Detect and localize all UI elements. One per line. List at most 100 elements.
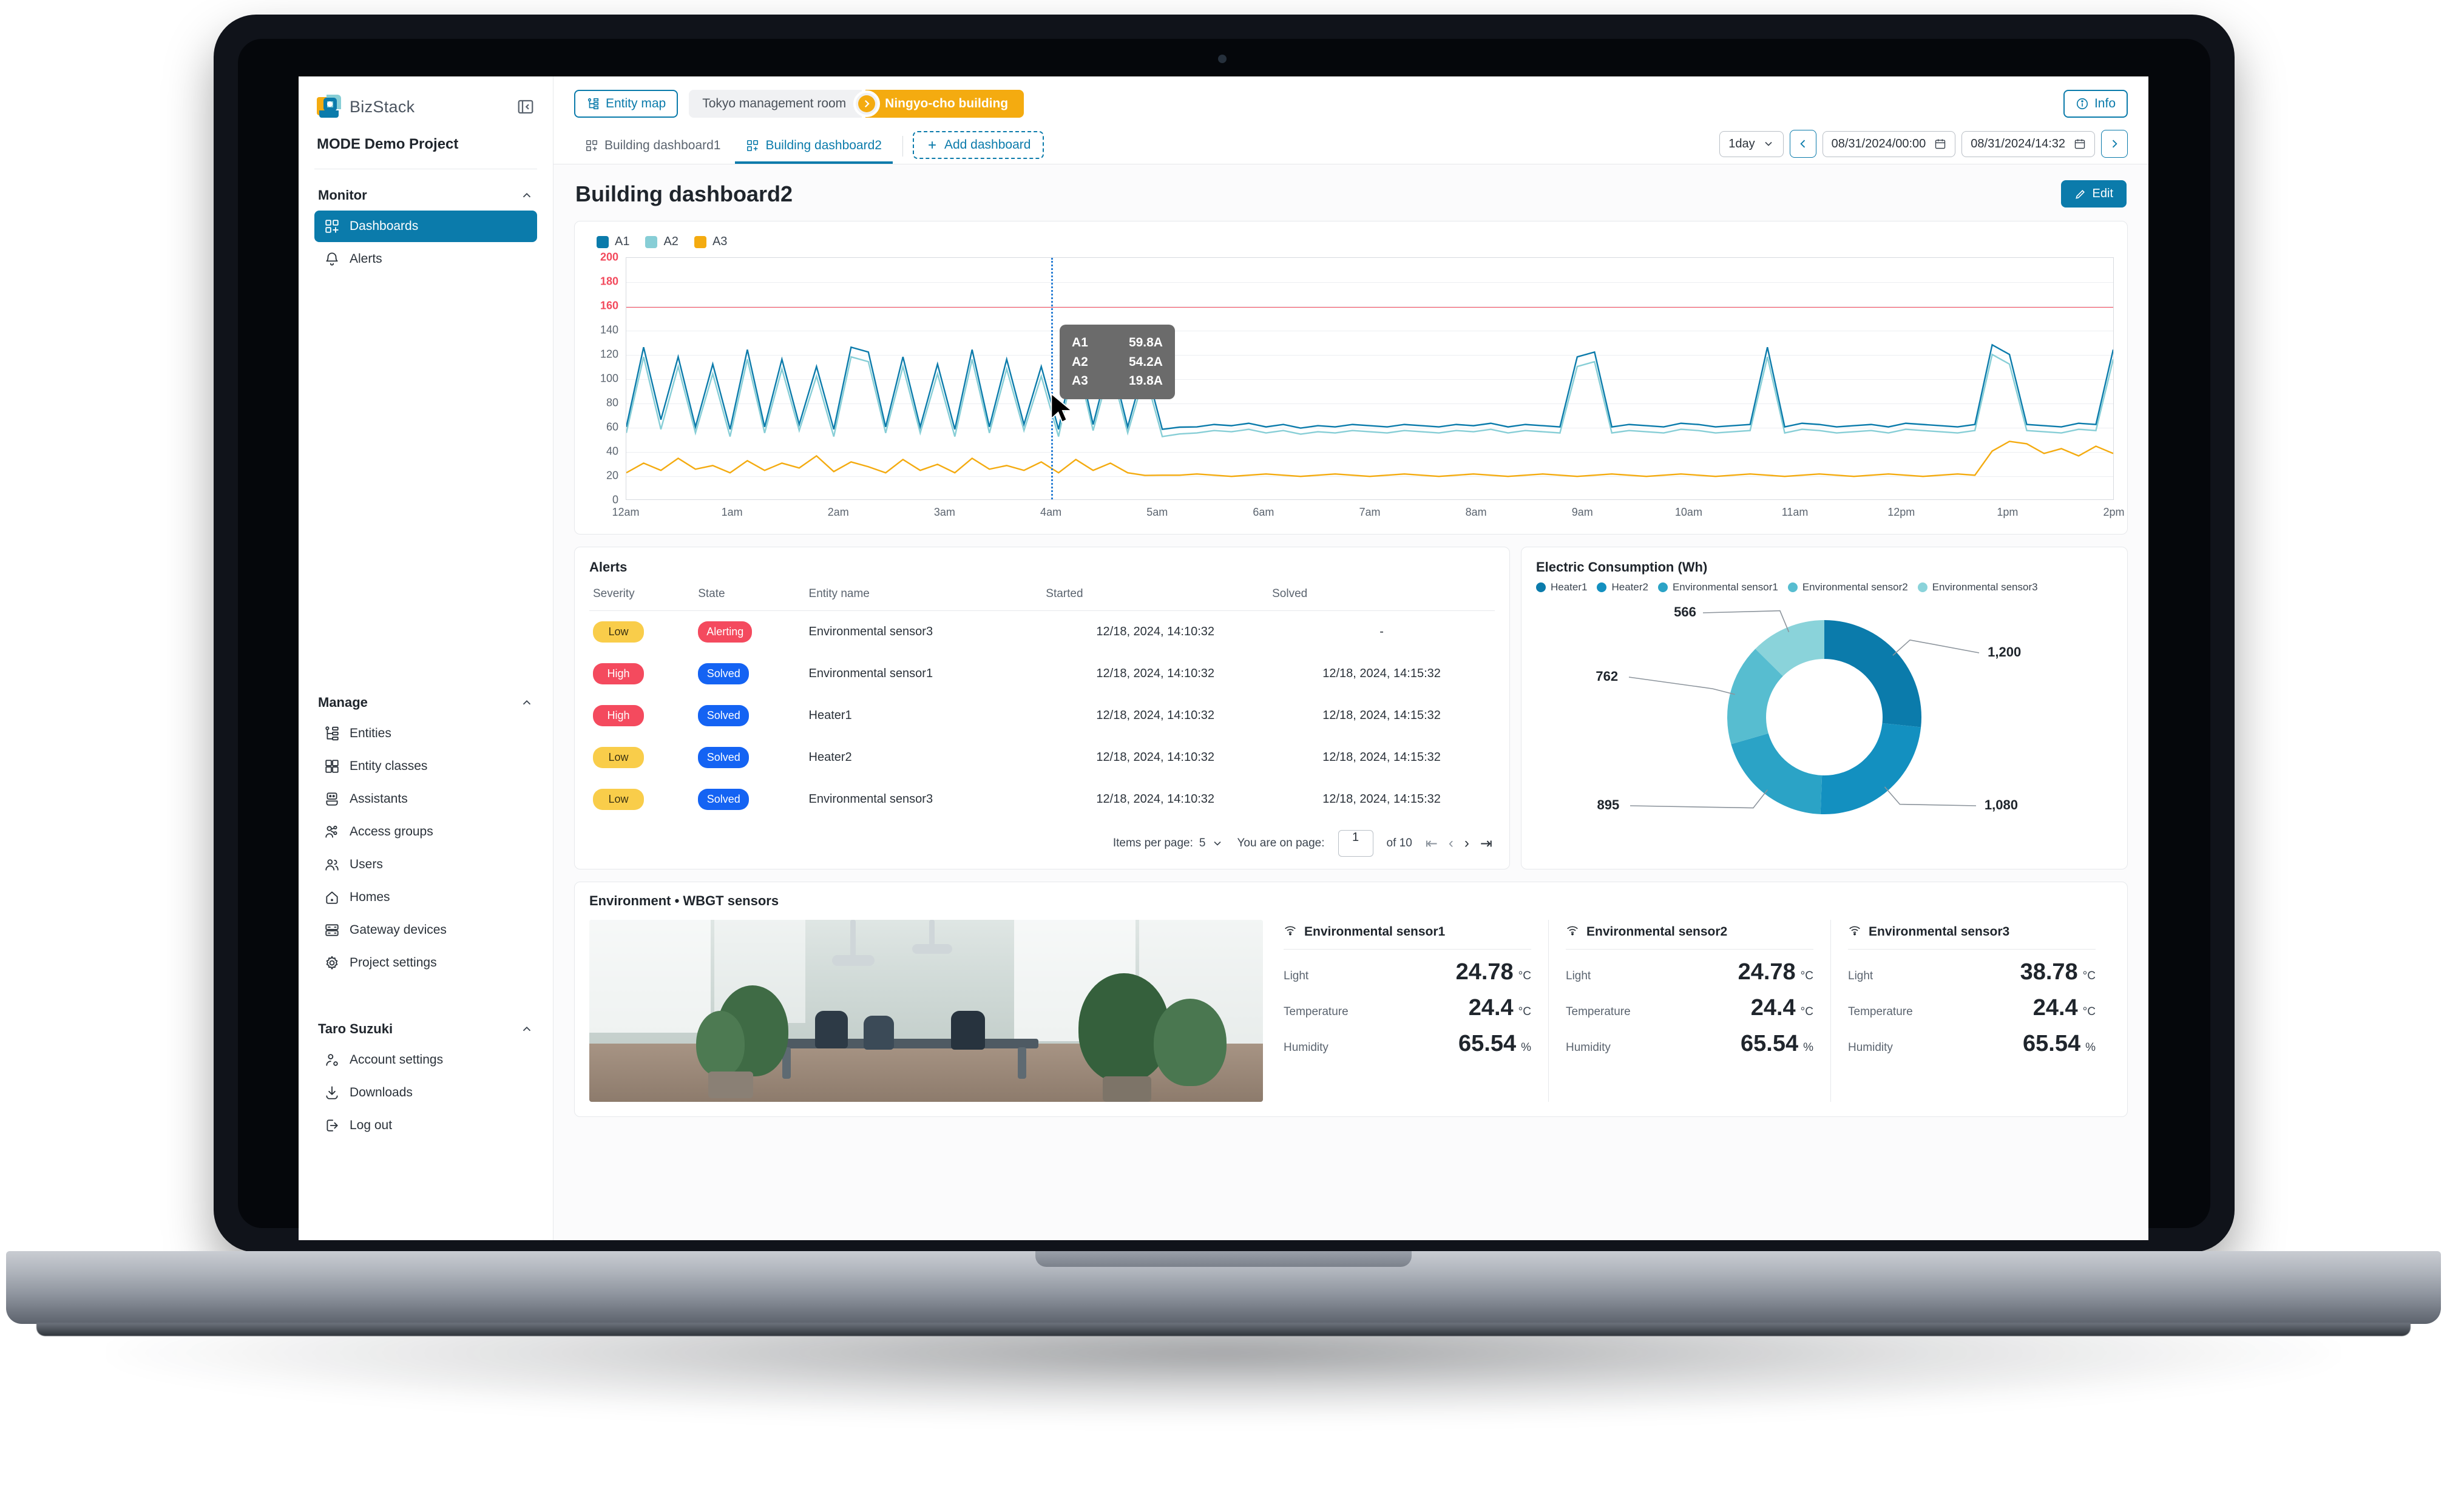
info-button[interactable]: Info <box>2063 90 2128 118</box>
range-prev-button[interactable] <box>1789 130 1816 158</box>
screenshot-scene: BizStack MODE Demo Project Monitor Dashbo… <box>0 0 2447 1512</box>
donut-slice-2[interactable] <box>1731 733 1823 814</box>
breadcrumb-parent[interactable]: Tokyo management room <box>689 90 862 118</box>
sidebar-item-account-settings[interactable]: Account settings <box>314 1044 537 1076</box>
metric-value: 24.4 <box>2032 995 2078 1021</box>
logout-icon <box>327 1119 338 1132</box>
alert-started-cell: 12/18, 2024, 14:10:32 <box>1096 709 1215 722</box>
severity-badge: Low <box>593 789 644 810</box>
table-row[interactable]: High Solved Heater1 12/18, 2024, 14:10:32 12… <box>589 695 1495 737</box>
electric-consumption-card: Electric Consumption (Wh) Heater1 Heater2… <box>1521 547 2128 869</box>
chart-x-tick: 2am <box>827 506 849 518</box>
electric-legend-item[interactable]: Heater1 <box>1536 581 1587 593</box>
current-chart-card: A1 A2 A3 0 20 40 60 80 100 120 140 160 180 200 A1 59.… <box>574 221 2128 535</box>
sensor-card: Environmental sensor3 Light 38.78 °C Tempera… <box>1830 920 2113 1102</box>
legend-label: A3 <box>712 235 728 248</box>
sidebar-group-header[interactable]: Manage <box>313 677 538 718</box>
items-per-page-select[interactable]: Items per page: 5 <box>1113 837 1224 850</box>
sidebar-group-header[interactable]: Monitor <box>313 169 538 211</box>
sidebar-item-homes[interactable]: Homes <box>314 882 537 913</box>
severity-badge: High <box>593 705 644 726</box>
sidebar-group-header[interactable]: Taro Suzuki <box>313 1003 538 1044</box>
tooltip-series: A1 <box>1071 336 1088 349</box>
table-row[interactable]: Low Alerting Environmental sensor3 12/18, 2… <box>589 611 1495 653</box>
sidebar-item-assistants[interactable]: Assistants <box>314 783 537 815</box>
table-row[interactable]: Low Solved Heater2 12/18, 2024, 14:10:32 12/… <box>589 737 1495 778</box>
chart-legend-item-a1[interactable]: A1 <box>597 235 629 249</box>
donut-slice-0[interactable] <box>1824 620 1921 727</box>
electric-legend-item[interactable]: Environmental sensor1 <box>1657 581 1778 593</box>
entity-map-button[interactable]: Entity map <box>574 90 679 118</box>
legend-swatch <box>1536 582 1546 592</box>
of-total-pages: of 10 <box>1386 837 1412 849</box>
sidebar-item-users[interactable]: Users <box>314 849 537 880</box>
add-dashboard-button[interactable]: Add dashboard <box>912 131 1044 159</box>
calendar-icon <box>1935 139 1946 149</box>
collapse-sidebar-icon[interactable] <box>516 98 535 116</box>
sidebar-item-log-out[interactable]: Log out <box>314 1110 537 1141</box>
next-page-button[interactable]: › <box>1464 835 1469 852</box>
sidebar-item-label: Log out <box>350 1118 393 1132</box>
sensor-card: Environmental sensor2 Light 24.78 °C Tempera… <box>1548 920 1830 1102</box>
donut-value-label: 1,080 <box>1984 797 2018 812</box>
tab-building-dashboard1[interactable]: Building dashboard1 <box>574 132 731 164</box>
donut-slice-1[interactable] <box>1820 723 1921 814</box>
first-page-button[interactable]: ⇤ <box>1426 835 1438 852</box>
mid-row: Alerts Severity State Entity name Started So… <box>574 547 2128 869</box>
sidebar-item-access-groups[interactable]: Access groups <box>314 816 537 848</box>
bell-icon <box>324 251 340 267</box>
range-preset-select[interactable]: 1day <box>1719 130 1784 157</box>
sidebar-item-entities[interactable]: Entities <box>314 718 537 749</box>
dashboard-icon <box>586 140 598 152</box>
metric-unit: °C <box>2082 1005 2096 1018</box>
table-row[interactable]: High Solved Environmental sensor1 12/18, 20… <box>589 653 1495 695</box>
alert-entity-cell: Heater2 <box>808 751 852 764</box>
sidebar-item-entity-classes[interactable]: Entity classes <box>314 751 537 782</box>
sidebar-groups: Monitor Dashboards Alerts Manage Entities Ent… <box>313 169 538 1141</box>
pencil-icon <box>2075 189 2085 199</box>
sidebar-item-label: Homes <box>350 890 390 904</box>
chart-plot[interactable]: A1 59.8A A2 54.2A A3 19.8A <box>626 257 2114 500</box>
prev-page-button[interactable]: ‹ <box>1449 835 1454 852</box>
table-row[interactable]: Low Solved Environmental sensor3 12/18, 202… <box>589 778 1495 820</box>
gear-icon <box>326 956 338 970</box>
metric-unit: °C <box>1800 1005 1813 1018</box>
sidebar-item-downloads[interactable]: Downloads <box>314 1077 537 1109</box>
range-start-value: 08/31/2024/00:00 <box>1831 137 1926 150</box>
chart-x-tick: 5am <box>1146 506 1168 518</box>
tab-building-dashboard2[interactable]: Building dashboard2 <box>735 132 893 164</box>
alert-started-cell: 12/18, 2024, 14:10:32 <box>1096 667 1215 680</box>
last-page-button[interactable]: ⇥ <box>1480 835 1492 852</box>
sidebar-item-dashboards[interactable]: Dashboards <box>314 211 537 242</box>
range-end-input[interactable]: 08/31/2024/14:32 <box>1961 130 2095 157</box>
metric-label: Light <box>1284 970 1309 982</box>
electric-legend-item[interactable]: Environmental sensor3 <box>1917 581 2038 593</box>
sidebar-item-gateway-devices[interactable]: Gateway devices <box>314 914 537 946</box>
laptop-notch <box>1035 1251 1412 1267</box>
dashboard-icon <box>325 220 339 233</box>
bizstack-logo-icon <box>317 95 341 119</box>
wifi-icon <box>1567 926 1578 936</box>
user-gear-icon <box>324 1052 340 1068</box>
legend-label: Environmental sensor1 <box>1672 581 1778 593</box>
electric-legend-item[interactable]: Heater2 <box>1597 581 1648 593</box>
metric-value: 65.54 <box>2023 1031 2081 1056</box>
sidebar-item-project-settings[interactable]: Project settings <box>314 947 537 979</box>
page-number-input[interactable]: 1 <box>1338 830 1373 857</box>
edit-button[interactable]: Edit <box>2060 180 2127 208</box>
metric-value-wrap: 65.54% <box>1458 1031 1531 1057</box>
electric-title: Electric Consumption (Wh) <box>1536 559 1708 575</box>
range-start-input[interactable]: 08/31/2024/00:00 <box>1822 130 1956 157</box>
donut-chart[interactable] <box>1536 597 2113 840</box>
alert-state-cell: Alerting <box>694 611 805 653</box>
breadcrumb-current[interactable]: Ningyo-cho building <box>865 90 1024 118</box>
range-next-button[interactable] <box>2101 130 2128 158</box>
chart-legend-item-a3[interactable]: A3 <box>694 235 727 249</box>
sidebar-item-alerts[interactable]: Alerts <box>314 243 537 275</box>
sensor-name-row: Environmental sensor1 <box>1284 923 1531 949</box>
chart-x-tick: 11am <box>1781 506 1809 518</box>
chart-legend-item-a2[interactable]: A2 <box>645 235 679 249</box>
electric-legend-item[interactable]: Environmental sensor2 <box>1787 581 1908 593</box>
environment-title: Environment • WBGT sensors <box>589 893 779 908</box>
metric-label: Humidity <box>1284 1041 1328 1054</box>
